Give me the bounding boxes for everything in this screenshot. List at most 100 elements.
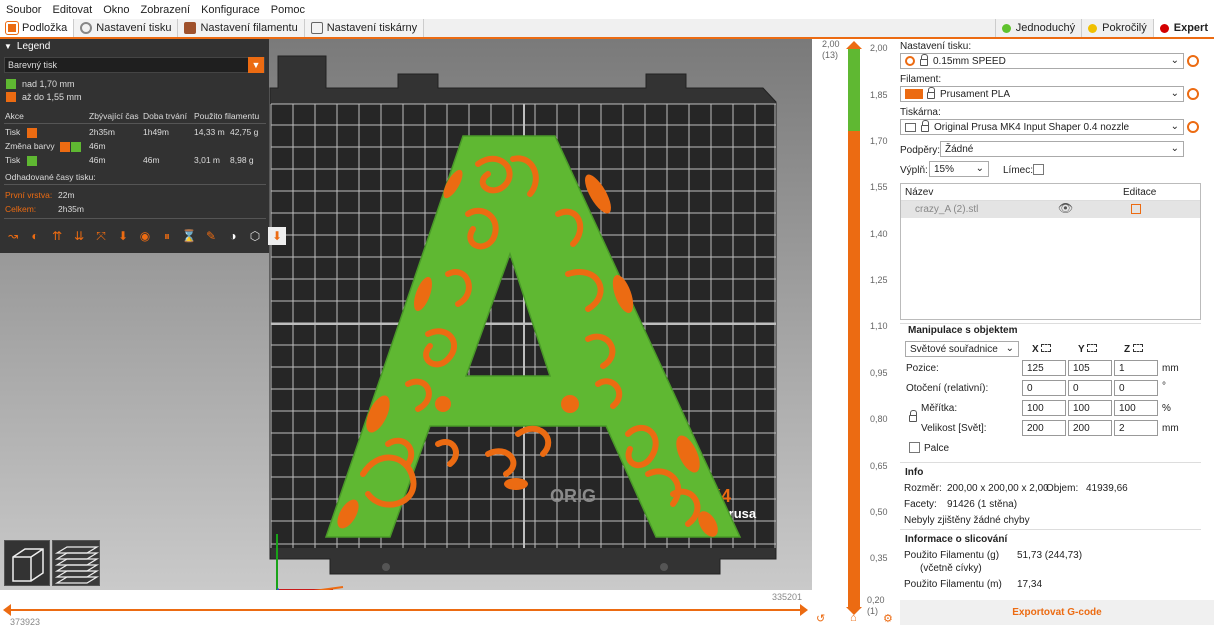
tab-filament-settings-label: Nastavení filamentu <box>200 22 298 34</box>
slider-thumb-top[interactable] <box>846 41 862 49</box>
supports-select[interactable]: Žádné ⌄ <box>940 141 1184 157</box>
filament-color-swatch <box>905 89 923 99</box>
scale-y-input[interactable]: 100 <box>1068 400 1112 416</box>
brim-checkbox[interactable] <box>1033 164 1044 175</box>
first-layer-value: 22m <box>58 190 75 200</box>
facets-label: Facety: <box>904 499 937 510</box>
printer-select[interactable]: Original Prusa MK4 Input Shaper 0.4 nozz… <box>900 119 1184 135</box>
menu-edit[interactable]: Editovat <box>52 4 92 16</box>
slider-thumb-left[interactable] <box>3 604 11 616</box>
download-icon[interactable]: ⬇ <box>268 227 286 245</box>
tick-label: 0,65 <box>870 461 888 471</box>
menu-configuration[interactable]: Konfigurace <box>201 4 260 16</box>
table-row-action: Tisk <box>5 127 43 138</box>
legend-item-label: až do 1,55 mm <box>22 91 82 102</box>
table-row-action: Změna barvy <box>5 141 87 152</box>
filament-value: Prusament PLA <box>940 88 1011 100</box>
tab-printer-settings-label: Nastavení tiskárny <box>326 22 418 34</box>
slider-thumb-right[interactable] <box>800 604 808 616</box>
axis-icon <box>1087 344 1098 352</box>
travel-icon[interactable]: ↝ <box>4 227 22 245</box>
axis-icon <box>1041 344 1052 352</box>
shells-icon[interactable]: ◑ <box>224 227 242 245</box>
tab-printer-settings[interactable]: Nastavení tiskárny <box>304 19 425 37</box>
mode-expert[interactable]: Expert <box>1152 19 1214 37</box>
object-list: Název Editace crazy_A (2).stl 👁 <box>900 183 1201 320</box>
rotation-z-input[interactable]: 0 <box>1114 380 1158 396</box>
legend-header[interactable]: ▼ Legend <box>0 39 269 53</box>
custom-gcode-icon[interactable]: ⌛ <box>180 227 198 245</box>
menu-window[interactable]: Okno <box>103 4 129 16</box>
right-sidebar: Nastavení tisku: 0.15mm SPEED ⌄ Filament… <box>900 39 1214 625</box>
settings-gear-icon[interactable] <box>1187 88 1199 100</box>
tab-plater[interactable]: Podložka <box>0 19 75 37</box>
undo-arrow-icon[interactable]: ↺ <box>816 612 825 625</box>
tool-marker-icon[interactable]: ⬡ <box>246 227 264 245</box>
seams-icon[interactable]: ⤧ <box>92 227 110 245</box>
tool-changes-icon[interactable]: ⬇ <box>114 227 132 245</box>
bed-hole <box>660 563 668 571</box>
infill-select[interactable]: 15% ⌄ <box>929 161 989 177</box>
position-x-input[interactable]: 125 <box>1022 360 1066 376</box>
layer-slider-track-orange[interactable] <box>848 131 860 607</box>
vertical-layer-slider: 2,00 (13) 2,00 1,85 1,70 1,55 1,40 1,25 … <box>812 39 900 625</box>
layer-slider-track-green[interactable] <box>848 47 860 131</box>
wipe-icon[interactable]: ◐ <box>26 227 44 245</box>
table-row-action: Tisk <box>5 155 43 166</box>
total-label: Celkem: <box>5 204 37 214</box>
mode-advanced[interactable]: Pokročilý <box>1081 19 1153 37</box>
tab-filament-settings[interactable]: Nastavení filamentu <box>178 19 305 37</box>
coord-system-select[interactable]: Světové souřadnice ⌄ <box>905 341 1019 357</box>
size-z-input[interactable]: 2 <box>1114 420 1158 436</box>
color-changes-icon[interactable]: ◉ <box>136 227 154 245</box>
menu-help[interactable]: Pomoc <box>271 4 305 16</box>
scale-z-input[interactable]: 100 <box>1114 400 1158 416</box>
settings-cog-icon[interactable]: ⚙ <box>883 612 893 625</box>
3d-view-cube-icon[interactable] <box>4 540 50 586</box>
settings-gear-icon[interactable] <box>1187 121 1199 133</box>
tick-label: 1,70 <box>870 136 888 146</box>
rotation-y-input[interactable]: 0 <box>1068 380 1112 396</box>
list-item[interactable]: crazy_A (2).stl 👁 <box>901 201 1200 218</box>
position-z-input[interactable]: 1 <box>1114 360 1158 376</box>
legend-toolbar: ↝ ◐ ⇈ ⇊ ⤧ ⬇ ◉ ⏸ ⌛ ✎ ◑ ⬡ ⬇ <box>4 227 290 245</box>
print-settings-select[interactable]: 0.15mm SPEED ⌄ <box>900 53 1184 69</box>
scale-x-input[interactable]: 100 <box>1022 400 1066 416</box>
eye-icon[interactable]: 👁 <box>1058 201 1073 215</box>
deretractions-icon[interactable]: ⇊ <box>70 227 88 245</box>
edit-icon[interactable] <box>1131 204 1141 214</box>
lock-icon[interactable]: ⌂ <box>850 612 857 624</box>
menu-view[interactable]: Zobrazení <box>141 4 191 16</box>
inches-checkbox[interactable] <box>909 442 920 453</box>
3d-viewport[interactable]: ORIG K4 Prusa <box>0 39 812 625</box>
chevron-down-icon: ⌄ <box>1005 343 1014 354</box>
tick-label: 1,85 <box>870 90 888 100</box>
first-layer-label: První vrstva: <box>5 190 53 200</box>
axis-y-label: Y <box>1078 344 1098 355</box>
table-cell: 42,75 g <box>230 127 259 137</box>
rotation-x-input[interactable]: 0 <box>1022 380 1066 396</box>
mode-simple[interactable]: Jednoduchý <box>994 19 1082 37</box>
collapse-triangle-icon[interactable]: ▼ <box>4 42 12 51</box>
horizontal-slider-track[interactable] <box>6 609 806 611</box>
size-y-input[interactable]: 200 <box>1068 420 1112 436</box>
view-type-select[interactable]: Barevný tisk ▼ <box>4 57 265 73</box>
settings-gear-icon[interactable] <box>1187 55 1199 67</box>
tab-print-settings[interactable]: Nastavení tisku <box>74 19 179 37</box>
legend-panel: ▼ Legend Barevný tisk ▼ nad 1,70 mm až d… <box>0 39 286 253</box>
position-y-input[interactable]: 105 <box>1068 360 1112 376</box>
menu-file[interactable]: Soubor <box>6 4 41 16</box>
plater-icon <box>5 21 19 35</box>
export-gcode-button[interactable]: Exportovat G-code <box>900 600 1214 625</box>
retractions-icon[interactable]: ⇈ <box>48 227 66 245</box>
filament-g-sub: (včetně cívky) <box>920 563 982 574</box>
pause-prints-icon[interactable]: ⏸ <box>158 227 176 245</box>
supports-label: Podpěry: <box>900 145 941 156</box>
scale-lock-icon[interactable] <box>909 410 917 422</box>
center-of-gravity-icon[interactable]: ✎ <box>202 227 220 245</box>
filament-select[interactable]: Prusament PLA ⌄ <box>900 86 1184 102</box>
tab-print-settings-label: Nastavení tisku <box>96 22 172 34</box>
layers-view-icon[interactable] <box>52 540 100 586</box>
size-x-input[interactable]: 200 <box>1022 420 1066 436</box>
row-swatch-green <box>70 141 81 152</box>
